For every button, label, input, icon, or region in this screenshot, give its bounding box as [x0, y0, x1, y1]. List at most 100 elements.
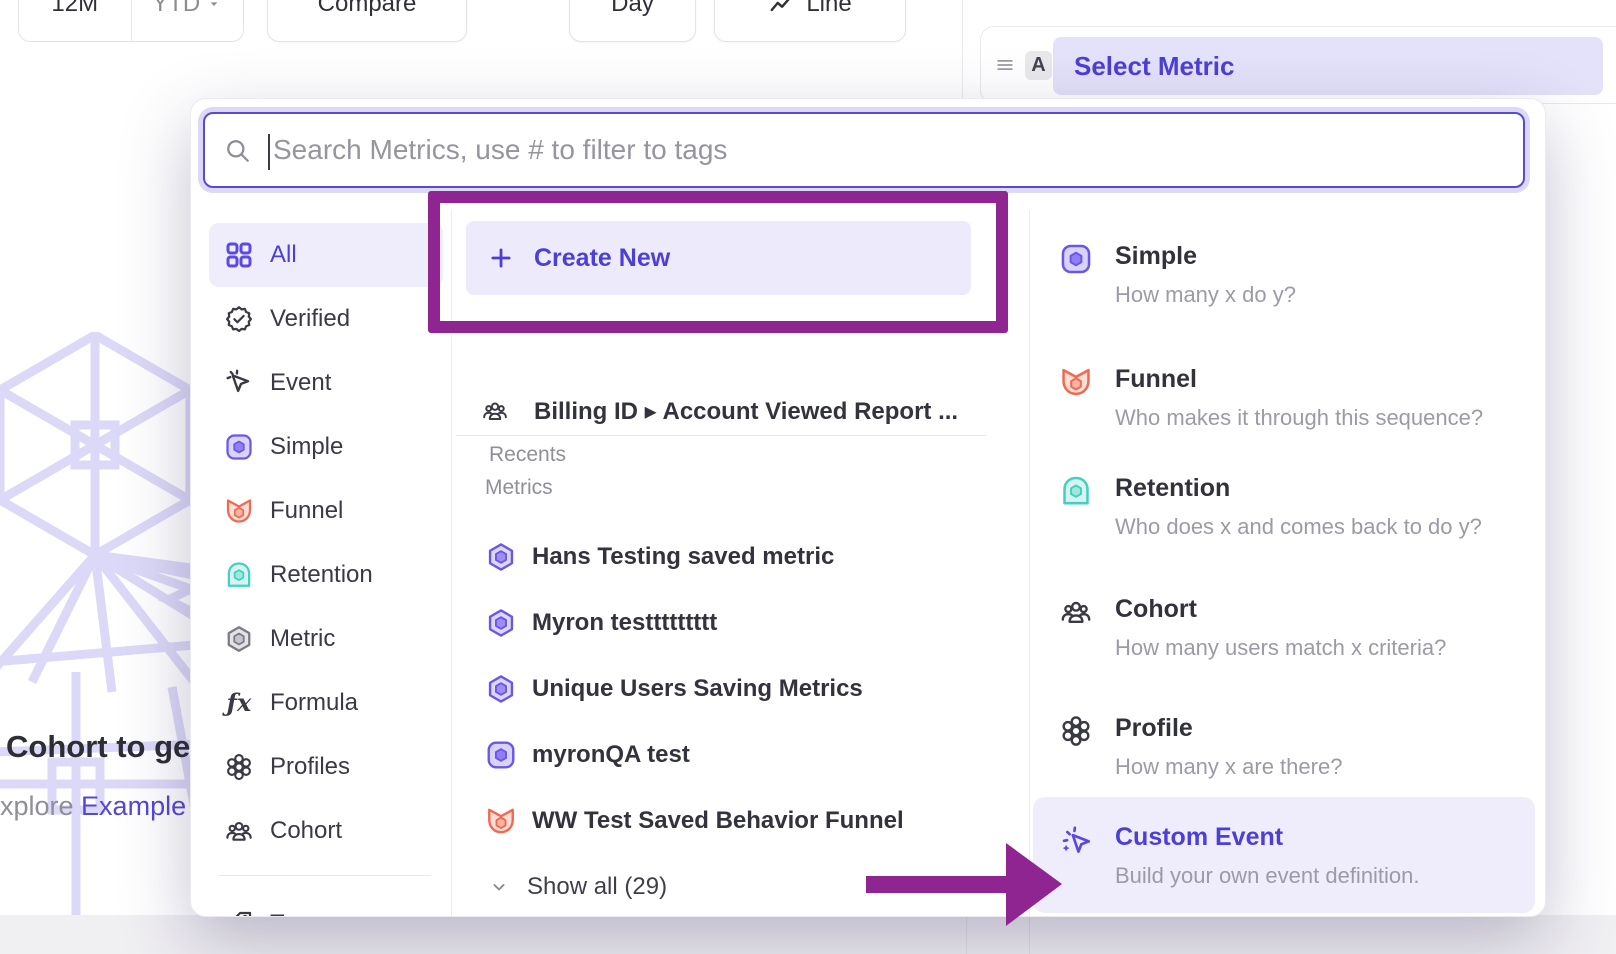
metric-type-title: Simple — [1115, 242, 1296, 271]
metric-item-label: myronQA test — [532, 741, 690, 769]
metric-type-description: Build your own event definition. — [1115, 863, 1420, 889]
metric-type-text: Profile How many x are there? — [1115, 714, 1342, 780]
grid-icon — [224, 240, 254, 270]
section-divider — [456, 435, 986, 436]
metric-list-item[interactable]: Myron testtttttttt — [485, 590, 1005, 656]
search-bar — [203, 112, 1525, 188]
sidebar-item-label: Cohort — [270, 817, 342, 845]
sidebar-item-funnel[interactable]: Funnel — [209, 479, 443, 543]
metric-type-text: Retention Who does x and comes back to do… — [1115, 474, 1482, 540]
metric-list-item[interactable]: Unique Users Saving Metrics — [485, 656, 1005, 722]
sidebar-item-label: Tags — [270, 910, 321, 917]
metric-type-custom-event[interactable]: Custom EventBuild your own event definit… — [1033, 797, 1535, 913]
sidebar-item-metric[interactable]: Metric — [209, 607, 443, 671]
sidebar-divider — [219, 875, 431, 876]
funnel-icon — [1059, 365, 1093, 399]
granularity-day-button[interactable]: Day — [569, 0, 696, 42]
metric-type-description: How many x do y? — [1115, 282, 1296, 308]
search-input[interactable] — [273, 134, 1523, 166]
metric-type-text: Cohort How many users match x criteria? — [1115, 595, 1446, 661]
custom-event-icon — [1059, 823, 1093, 857]
sidebar-item-label: Metric — [270, 625, 335, 653]
sidebar-item-label: Event — [270, 369, 331, 397]
metric-type-text: FunnelWho makes it through this sequence… — [1115, 365, 1483, 431]
metric-type-simple[interactable]: Simple How many x do y? — [1059, 242, 1296, 308]
recent-item-label: Billing ID ▸ Account Viewed Report ... — [534, 397, 958, 426]
sidebar-item-all[interactable]: All — [209, 223, 443, 287]
metric-type-description: Who does x and comes back to do y? — [1115, 514, 1482, 540]
sidebar-item-simple[interactable]: Simple — [209, 415, 443, 479]
cohort-icon — [481, 397, 509, 425]
metric-type-description: How many x are there? — [1115, 754, 1342, 780]
show-all-label: Show all (29) — [527, 873, 667, 901]
sidebar-item-tags[interactable]: Tags — [209, 892, 443, 917]
compare-button[interactable]: Compare — [267, 0, 467, 42]
range-ytd-button[interactable]: YTD — [131, 0, 244, 41]
retention-icon — [224, 560, 254, 590]
annotation-arrow — [866, 843, 1062, 926]
explore-text: xplore — [0, 791, 81, 821]
sidebar-item-verified[interactable]: Verified — [209, 287, 443, 351]
sidebar-item-cohort[interactable]: Cohort — [209, 799, 443, 863]
profiles-icon — [224, 752, 254, 782]
caret-down-icon — [206, 0, 222, 12]
sidebar-item-label: Formula — [270, 689, 358, 717]
range-12m-button[interactable]: 12M — [19, 0, 131, 41]
search-icon — [224, 137, 251, 164]
sidebar-item-label: Profiles — [270, 753, 350, 781]
sidebar-item-label: Funnel — [270, 497, 343, 525]
annotation-arrow-shaft — [866, 876, 1006, 893]
page-footer-strip — [0, 915, 1616, 954]
metric-item-label: Unique Users Saving Metrics — [532, 675, 863, 703]
metric-item-label: Hans Testing saved metric — [532, 543, 834, 571]
text-cursor — [268, 134, 270, 170]
empty-state-subtext: xplore Example R — [0, 791, 213, 822]
metric-icon — [224, 624, 254, 654]
metric-type-title: Profile — [1115, 714, 1342, 743]
metric-item-label: WW Test Saved Behavior Funnel — [532, 807, 904, 835]
metric-type-description: How many users match x criteria? — [1115, 635, 1446, 661]
show-all-button[interactable]: Show all (29) — [489, 870, 667, 904]
sidebar-item-formula[interactable]: ƒx Formula — [209, 671, 443, 735]
cohort-icon — [1059, 595, 1093, 629]
metric-list-item[interactable]: Hans Testing saved metric — [485, 524, 1005, 590]
metric-type-profile[interactable]: Profile How many x are there? — [1059, 714, 1342, 780]
metric-purple-icon — [485, 673, 517, 705]
metric-type-title: Cohort — [1115, 595, 1446, 624]
row-letter-badge: A — [1025, 51, 1052, 80]
chevron-down-icon — [489, 877, 509, 897]
profiles-icon — [1059, 714, 1093, 748]
metrics-heading: Metrics — [485, 476, 553, 500]
event-icon — [224, 368, 254, 398]
metric-list-item[interactable]: myronQA test — [485, 722, 1005, 788]
funnel-icon — [485, 805, 517, 837]
metric-row-a: A Select Metric — [980, 26, 1616, 104]
simple-icon — [1059, 242, 1093, 276]
metric-type-cohort[interactable]: Cohort How many users match x criteria? — [1059, 595, 1446, 661]
drag-handle-icon[interactable] — [994, 54, 1016, 76]
metric-type-text: Custom EventBuild your own event definit… — [1115, 823, 1420, 913]
sidebar-item-event[interactable]: Event — [209, 351, 443, 415]
chart-type-line-button[interactable]: Line — [714, 0, 906, 42]
sidebar-item-label: Retention — [270, 561, 373, 589]
recent-item[interactable]: Billing ID ▸ Account Viewed Report ... — [481, 394, 958, 428]
sidebar-item-label: All — [270, 241, 297, 269]
day-label: Day — [611, 0, 654, 18]
metric-type-retention[interactable]: Retention Who does x and comes back to do… — [1059, 474, 1482, 540]
metric-type-funnel[interactable]: FunnelWho makes it through this sequence… — [1059, 365, 1483, 431]
sidebar-item-profiles[interactable]: Profiles — [209, 735, 443, 799]
verified-icon — [224, 304, 254, 334]
sidebar-item-retention[interactable]: Retention — [209, 543, 443, 607]
category-sidebar: All Verified Event Simple Funnel Retention Met… — [199, 223, 451, 917]
annotation-rectangle — [428, 191, 1008, 333]
sidebar-item-label: Simple — [270, 433, 343, 461]
formula-icon: ƒx — [224, 688, 254, 718]
cohort-icon — [224, 816, 254, 846]
retention-icon — [1059, 474, 1093, 508]
metric-type-title: Retention — [1115, 474, 1482, 503]
select-metric-button[interactable]: Select Metric — [1053, 37, 1603, 95]
metric-types-column: Simple How many x do y? FunnelWho makes it… — [1029, 214, 1546, 917]
metric-type-description: Who makes it through this sequence? — [1115, 405, 1483, 431]
recents-heading: Recents — [489, 443, 566, 467]
metric-purple-icon — [485, 541, 517, 573]
